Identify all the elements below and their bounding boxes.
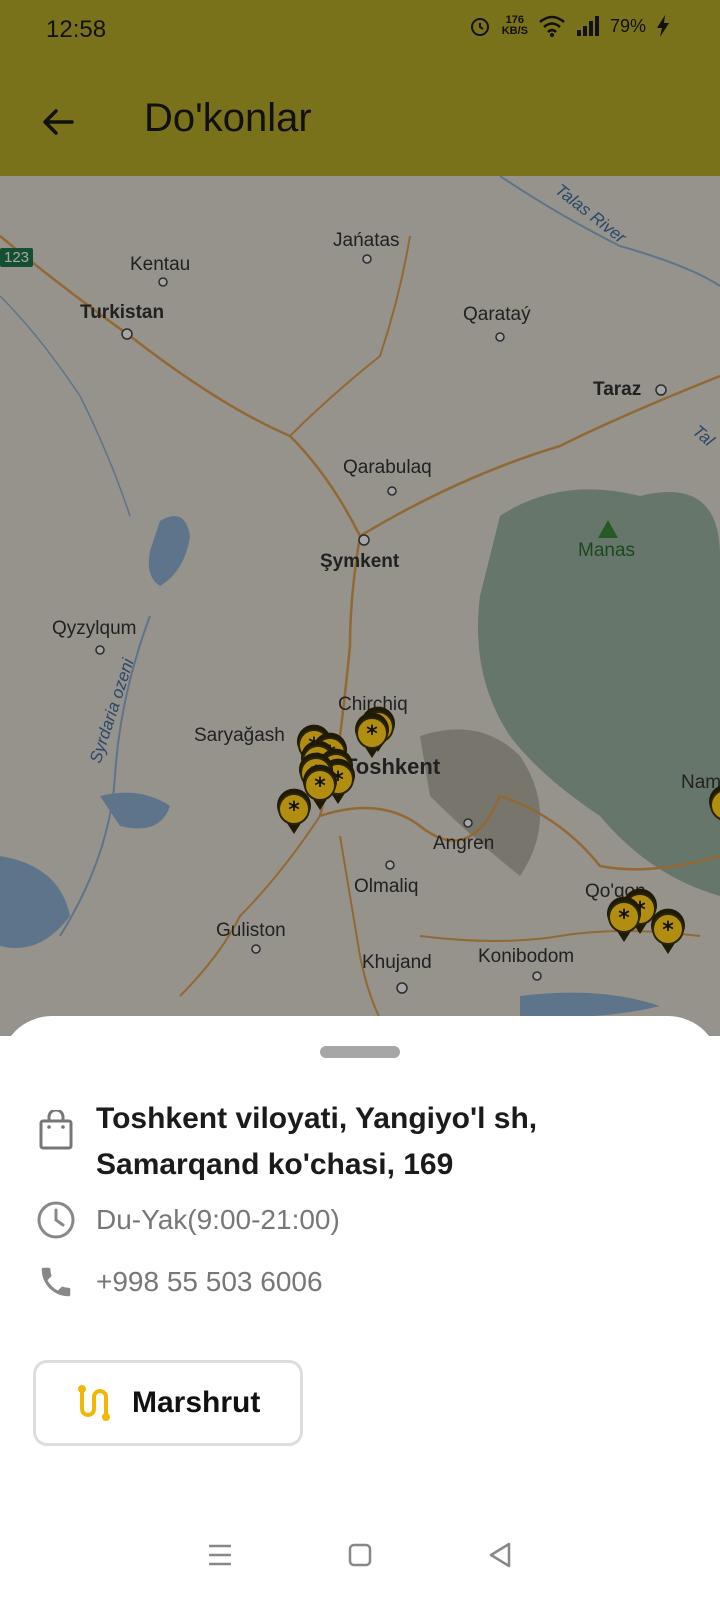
sheet-drag-handle[interactable] — [320, 1046, 400, 1058]
pins-layer: * — [276, 705, 720, 955]
arrow-left-icon — [43, 109, 74, 135]
back-button[interactable] — [30, 94, 86, 150]
route-icon — [78, 1385, 110, 1421]
battery-percent: 79% — [609, 15, 646, 36]
store-pin-icon[interactable] — [606, 895, 642, 943]
store-phone[interactable]: +998 55 503 6006 — [96, 1266, 323, 1298]
wifi-icon — [539, 15, 565, 37]
menu-icon[interactable] — [205, 1540, 235, 1570]
alarm-icon — [470, 18, 489, 36]
route-button-label: Marshrut — [132, 1386, 261, 1419]
phone-row[interactable]: +998 55 503 6006 — [34, 1260, 323, 1304]
charging-icon — [657, 15, 669, 37]
system-nav-bar — [0, 1510, 720, 1600]
store-address: Toshkent viloyati, Yangiyo'l sh, Samarqa… — [96, 1102, 538, 1181]
app-bar: Do'konlar — [0, 68, 720, 176]
address-row: Toshkent viloyati, Yangiyo'l sh, Samarqa… — [34, 1096, 616, 1188]
shopping-bag-icon — [34, 1108, 78, 1152]
phone-icon — [34, 1260, 78, 1304]
status-bar: 12:58 176 KB/S 79% — [0, 0, 720, 68]
hours-row: Du-Yak(9:00-21:00) — [34, 1198, 340, 1242]
home-icon[interactable] — [345, 1540, 375, 1570]
net-speed: 176 KB/S — [502, 15, 528, 37]
status-time: 12:58 — [46, 16, 107, 43]
back-nav-icon[interactable] — [485, 1540, 515, 1570]
store-hours: Du-Yak(9:00-21:00) — [96, 1204, 340, 1235]
store-pin-icon[interactable] — [708, 783, 720, 831]
signal-icon — [576, 16, 599, 36]
store-pin-icon[interactable] — [650, 907, 686, 955]
clock-icon — [34, 1198, 78, 1242]
net-speed-unit: KB/S — [501, 25, 528, 37]
store-pin-icon[interactable] — [354, 711, 390, 759]
store-pin-icon[interactable] — [276, 787, 312, 835]
route-button[interactable]: Marshrut — [33, 1360, 303, 1446]
status-icons: 176 KB/S 79% — [468, 14, 670, 38]
map-view[interactable]: 123 Kentau Jańatas Turkistan Qarataý Tar… — [0, 176, 720, 1036]
page-title: Do'konlar — [144, 96, 312, 140]
